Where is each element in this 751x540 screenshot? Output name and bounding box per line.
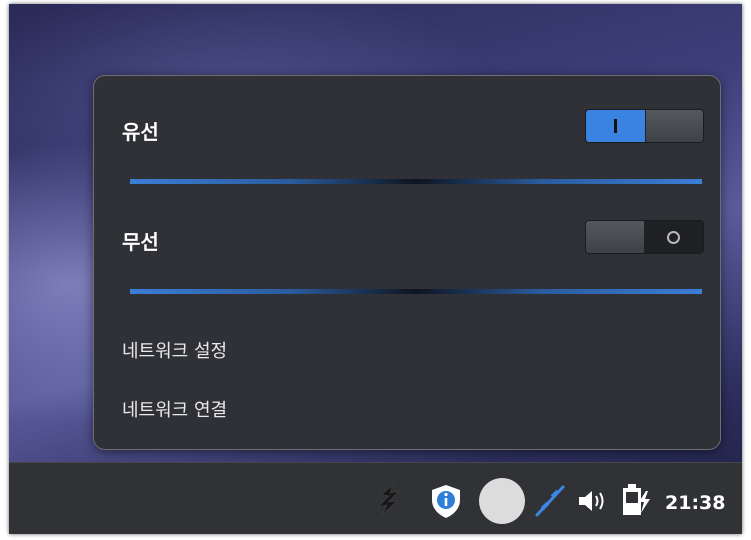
app-logo-icon[interactable]	[373, 483, 403, 517]
network-settings-item[interactable]: 네트워크 설정	[122, 337, 227, 363]
volume-icon[interactable]	[577, 488, 609, 514]
desktop-screen: 유선 무선 네트워크 설정 네트워크 연결 21:38	[9, 4, 742, 534]
wired-toggle[interactable]	[585, 109, 704, 143]
wireless-toggle[interactable]	[585, 220, 704, 254]
network-connections-item[interactable]: 네트워크 연결	[122, 396, 227, 422]
toggle-off-indicator	[644, 221, 703, 253]
shield-info-icon[interactable]	[429, 483, 463, 519]
network-popup: 유선 무선 네트워크 설정 네트워크 연결	[93, 75, 721, 450]
wired-separator	[130, 179, 702, 184]
clock[interactable]: 21:38	[665, 492, 725, 514]
wireless-label: 무선	[122, 230, 159, 254]
toggle-knob	[644, 110, 703, 142]
wireless-separator	[130, 289, 702, 294]
toggle-on-indicator	[586, 110, 645, 142]
status-circle-icon[interactable]	[479, 478, 525, 524]
network-connection-icon[interactable]	[533, 484, 567, 518]
taskbar: 21:38	[9, 462, 742, 534]
wired-label: 유선	[122, 120, 159, 144]
toggle-knob	[586, 221, 645, 253]
battery-charging-icon[interactable]	[620, 483, 652, 517]
